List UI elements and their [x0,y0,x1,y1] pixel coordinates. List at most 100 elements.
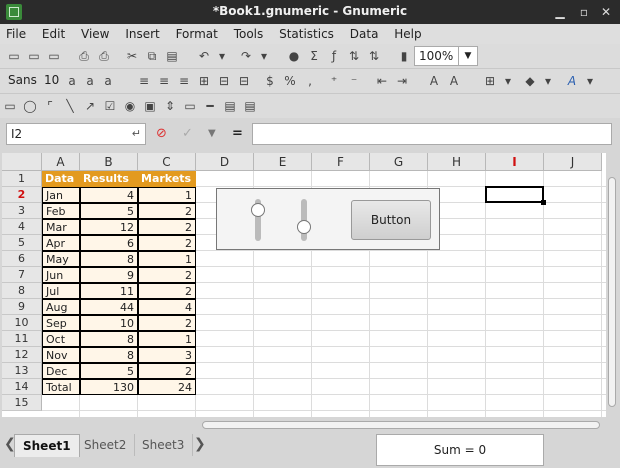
arrow-icon[interactable]: ↗ [82,98,98,114]
table-cell[interactable]: 1 [138,187,196,203]
table-cell[interactable]: 130 [80,379,138,395]
table-cell[interactable]: 12 [80,219,138,235]
cell-reference-box[interactable]: I2 ↵ [6,123,146,145]
menu-statistics[interactable]: Statistics [273,24,340,44]
tab-sheet3[interactable]: Sheet3 [134,434,194,456]
horizontal-scrollbar[interactable] [198,419,606,431]
column-header-i[interactable]: I [486,153,544,171]
table-cell[interactable]: 8 [80,331,138,347]
table-cell[interactable]: 8 [80,347,138,363]
checkbox-icon[interactable]: ☑ [102,98,118,114]
slider-2-knob[interactable] [297,220,311,234]
combo-icon[interactable]: ▤ [242,98,258,114]
table-cell[interactable]: 8 [80,251,138,267]
chevron-down-icon[interactable]: ▼ [458,47,477,65]
table-cell[interactable]: Jun [42,267,80,283]
maximize-icon[interactable]: ▫ [576,4,592,20]
font-size-selector[interactable]: 10 [44,73,59,87]
menu-view[interactable]: View [75,24,115,44]
table-cell[interactable]: 6 [80,235,138,251]
menu-edit[interactable]: Edit [36,24,71,44]
print-icon[interactable]: ⎙ [76,48,92,64]
row-header-7[interactable]: 7 [2,267,42,283]
copy-icon[interactable]: ⧉ [144,48,160,64]
table-cell[interactable]: Jul [42,283,80,299]
table-cell[interactable]: 9 [80,267,138,283]
paste-icon[interactable]: ▤ [164,48,180,64]
column-header-e[interactable]: E [254,153,312,171]
table-cell[interactable]: 24 [138,379,196,395]
align-left-icon[interactable]: ≡ [136,73,152,89]
table-cell[interactable]: May [42,251,80,267]
decrease-decimals-icon[interactable]: ⁻ [346,73,362,89]
zoom-combo[interactable]: 100% ▼ [414,46,478,66]
slider-icon[interactable]: ━ [202,98,218,114]
table-cell[interactable]: Sep [42,315,80,331]
row-header-6[interactable]: 6 [2,251,42,267]
table-cell[interactable]: 4 [138,299,196,315]
slider-1-knob[interactable] [251,203,265,217]
menu-tools[interactable]: Tools [228,24,270,44]
new-file-icon[interactable]: ▭ [6,48,22,64]
column-header-j[interactable]: J [544,153,602,171]
table-cell[interactable]: 4 [80,187,138,203]
borders-icon[interactable]: ⊞ [482,73,498,89]
table-cell[interactable]: 2 [138,235,196,251]
save-icon[interactable]: ▭ [46,48,62,64]
line-icon[interactable]: ╲ [62,98,78,114]
column-header-c[interactable]: C [138,153,196,171]
hyperlink-icon[interactable]: ● [286,48,302,64]
font-name-selector[interactable]: Sans [8,73,37,87]
equals-sign[interactable]: = [232,126,243,142]
table-cell[interactable]: Mar [42,219,80,235]
table-cell[interactable]: Feb [42,203,80,219]
rectangle-icon[interactable]: ▭ [2,98,18,114]
borders-dropdown-icon[interactable]: ▾ [500,73,516,89]
table-cell[interactable]: 5 [80,203,138,219]
button-icon[interactable]: ▭ [182,98,198,114]
table-cell[interactable]: 2 [138,283,196,299]
close-icon[interactable]: ✕ [598,4,614,20]
minimize-icon[interactable]: ▁ [552,4,568,20]
table-cell[interactable]: Oct [42,331,80,347]
form-button[interactable]: Button [351,200,431,240]
increase-decimals-icon[interactable]: ⁺ [326,73,342,89]
column-header-a[interactable]: A [42,153,80,171]
select-all-corner[interactable] [2,153,42,171]
table-cell[interactable]: 5 [80,363,138,379]
vertical-slider-1[interactable] [251,199,265,241]
table-cell[interactable]: 2 [138,315,196,331]
spin-button-icon[interactable]: ⇕ [162,98,178,114]
table-cell[interactable]: 11 [80,283,138,299]
selected-cell-cursor[interactable] [485,186,546,205]
bold-icon[interactable]: a [64,73,80,89]
enter-icon[interactable]: ↵ [132,124,141,144]
radio-button-icon[interactable]: ◉ [122,98,138,114]
increase-indent-icon[interactable]: ⇥ [394,73,410,89]
thousands-format-icon[interactable]: , [302,73,318,89]
row-header-13[interactable]: 13 [2,363,42,379]
table-cell[interactable]: 44 [80,299,138,315]
center-across-icon[interactable]: ⊟ [236,73,252,89]
currency-format-icon[interactable]: $ [262,73,278,89]
vertical-scroll-thumb[interactable] [608,177,616,407]
menu-file[interactable]: File [0,24,32,44]
sheet-next-icon[interactable]: ❯ [194,436,206,452]
tab-sheet1[interactable]: Sheet1 [14,434,80,457]
row-header-14[interactable]: 14 [2,379,42,395]
redo-dropdown-icon[interactable]: ▾ [256,48,272,64]
table-cell[interactable]: 1 [138,251,196,267]
superscript-icon[interactable]: A [426,73,442,89]
sort-ascending-icon[interactable]: ⇅ [346,48,362,64]
decrease-indent-icon[interactable]: ⇤ [374,73,390,89]
table-cell[interactable]: 2 [138,203,196,219]
row-header-3[interactable]: 3 [2,203,42,219]
undo-dropdown-icon[interactable]: ▾ [214,48,230,64]
table-cell[interactable]: 10 [80,315,138,331]
ellipse-icon[interactable]: ◯ [22,98,38,114]
percent-format-icon[interactable]: % [282,73,298,89]
label-icon[interactable]: ▣ [142,98,158,114]
align-right-icon[interactable]: ≡ [176,73,192,89]
table-cell[interactable]: Aug [42,299,80,315]
row-header-11[interactable]: 11 [2,331,42,347]
